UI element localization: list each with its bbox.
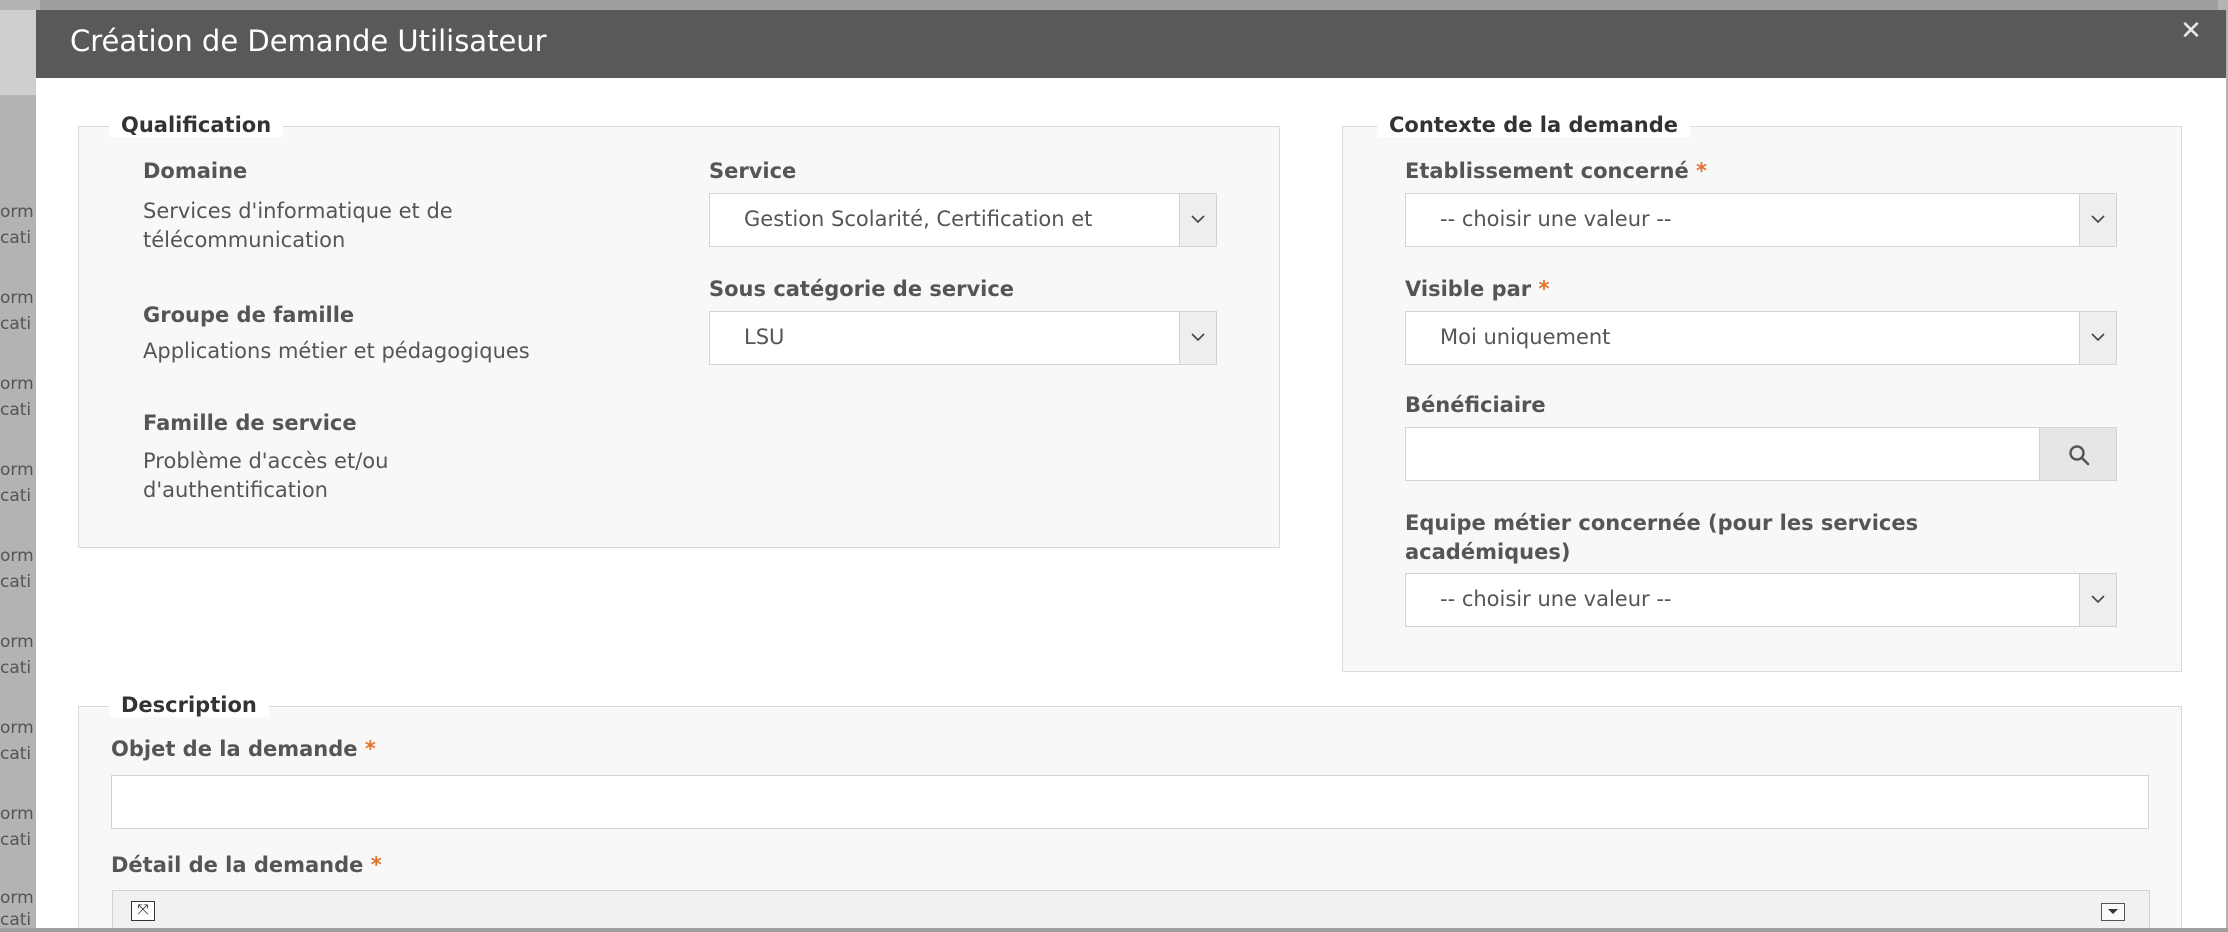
domaine-value-line1: Services d'informatique et de — [143, 199, 453, 223]
service-select[interactable]: Gestion Scolarité, Certification et — [709, 193, 1217, 247]
equipe-label: Equipe métier concernée (pour les servic… — [1405, 509, 1918, 567]
equipe-select[interactable]: -- choisir une valeur -- — [1405, 573, 2117, 627]
groupe-label: Groupe de famille — [143, 303, 355, 327]
background-row-text: orm — [0, 632, 34, 652]
required-mark: * — [364, 737, 376, 761]
modal-header: Création de Demande Utilisateur ✕ — [36, 10, 2226, 78]
background-row-text: cati — [0, 658, 32, 678]
fullscreen-icon[interactable]: ⤧ — [131, 901, 155, 921]
etablissement-select-value: -- choisir une valeur -- — [1440, 207, 1672, 231]
background-row-text: orm — [0, 374, 34, 394]
background-row-text: orm — [0, 288, 34, 308]
editor-toolbar: ⤧ — [112, 890, 2150, 928]
required-mark: * — [370, 853, 382, 877]
background-row-text: cati — [0, 400, 32, 420]
visible-par-label-text: Visible par — [1405, 277, 1532, 301]
sous-categorie-select[interactable]: LSU — [709, 311, 1217, 365]
create-request-modal: Création de Demande Utilisateur ✕ Qualif… — [36, 10, 2226, 928]
visible-par-select[interactable]: Moi uniquement — [1405, 311, 2117, 365]
qualification-legend: Qualification — [109, 113, 284, 137]
objet-input[interactable] — [111, 775, 2149, 829]
background-row-text: cati — [0, 744, 32, 764]
contexte-legend: Contexte de la demande — [1377, 113, 1691, 137]
equipe-label-line2: académiques) — [1405, 540, 1571, 564]
famille-label: Famille de service — [143, 411, 357, 435]
equipe-label-line1: Equipe métier concernée (pour les servic… — [1405, 511, 1919, 535]
background-row-text: cati — [0, 486, 32, 506]
background-row-text: orm — [0, 888, 34, 908]
service-select-value: Gestion Scolarité, Certification et — [744, 207, 1093, 231]
detail-label: Détail de la demande * — [111, 853, 382, 877]
chevron-down-icon[interactable] — [2079, 194, 2116, 246]
close-icon[interactable]: ✕ — [2176, 16, 2206, 46]
background-row-text: orm — [0, 718, 34, 738]
chevron-down-icon[interactable] — [1179, 312, 1216, 364]
etablissement-select[interactable]: -- choisir une valeur -- — [1405, 193, 2117, 247]
objet-label: Objet de la demande * — [111, 737, 376, 761]
background-row-text: cati — [0, 314, 32, 334]
background-row-text: orm — [0, 460, 34, 480]
modal-title: Création de Demande Utilisateur — [70, 24, 547, 58]
beneficiaire-label: Bénéficiaire — [1405, 393, 1546, 417]
toolbar-dropdown-icon[interactable] — [2101, 903, 2125, 921]
qualification-section: Qualification Domaine Services d'informa… — [78, 113, 1280, 548]
service-label: Service — [709, 159, 797, 183]
sous-categorie-label: Sous catégorie de service — [709, 277, 1015, 301]
etablissement-label: Etablissement concerné * — [1405, 159, 1707, 183]
chevron-down-icon[interactable] — [2079, 312, 2116, 364]
chevron-down-icon[interactable] — [2079, 574, 2116, 626]
chevron-down-icon[interactable] — [1179, 194, 1216, 246]
background-row-text: cati — [0, 228, 32, 248]
contexte-section: Contexte de la demande Etablissement con… — [1342, 113, 2182, 672]
etablissement-label-text: Etablissement concerné — [1405, 159, 1689, 183]
background-row-text: orm — [0, 202, 34, 222]
famille-value-line2: d'authentification — [143, 478, 328, 502]
background-row-text: orm — [0, 546, 34, 566]
background-row-text: cati — [0, 910, 32, 930]
sous-categorie-select-value: LSU — [744, 325, 785, 349]
famille-value-line1: Problème d'accès et/ou — [143, 449, 389, 473]
objet-label-text: Objet de la demande — [111, 737, 358, 761]
visible-par-select-value: Moi uniquement — [1440, 325, 1611, 349]
equipe-select-value: -- choisir une valeur -- — [1440, 587, 1672, 611]
visible-par-label: Visible par * — [1405, 277, 1549, 301]
background-row-text: cati — [0, 830, 32, 850]
description-legend: Description — [109, 693, 269, 717]
domaine-label: Domaine — [143, 159, 248, 183]
search-icon — [2069, 445, 2090, 466]
famille-value: Problème d'accès et/ou d'authentificatio… — [143, 447, 388, 505]
search-button[interactable] — [2039, 427, 2117, 481]
background-row-text: orm — [0, 804, 34, 824]
domaine-value: Services d'informatique et de télécommun… — [143, 197, 453, 255]
background-header — [0, 10, 40, 95]
detail-label-text: Détail de la demande — [111, 853, 364, 877]
background-row-text: cati — [0, 572, 32, 592]
groupe-value: Applications métier et pédagogiques — [143, 339, 530, 363]
beneficiaire-input[interactable] — [1405, 427, 2041, 481]
domaine-value-line2: télécommunication — [143, 228, 346, 252]
background-page: orm cati orm cati orm cati orm cati orm … — [0, 0, 40, 930]
required-mark: * — [1538, 277, 1550, 301]
required-mark: * — [1696, 159, 1708, 183]
